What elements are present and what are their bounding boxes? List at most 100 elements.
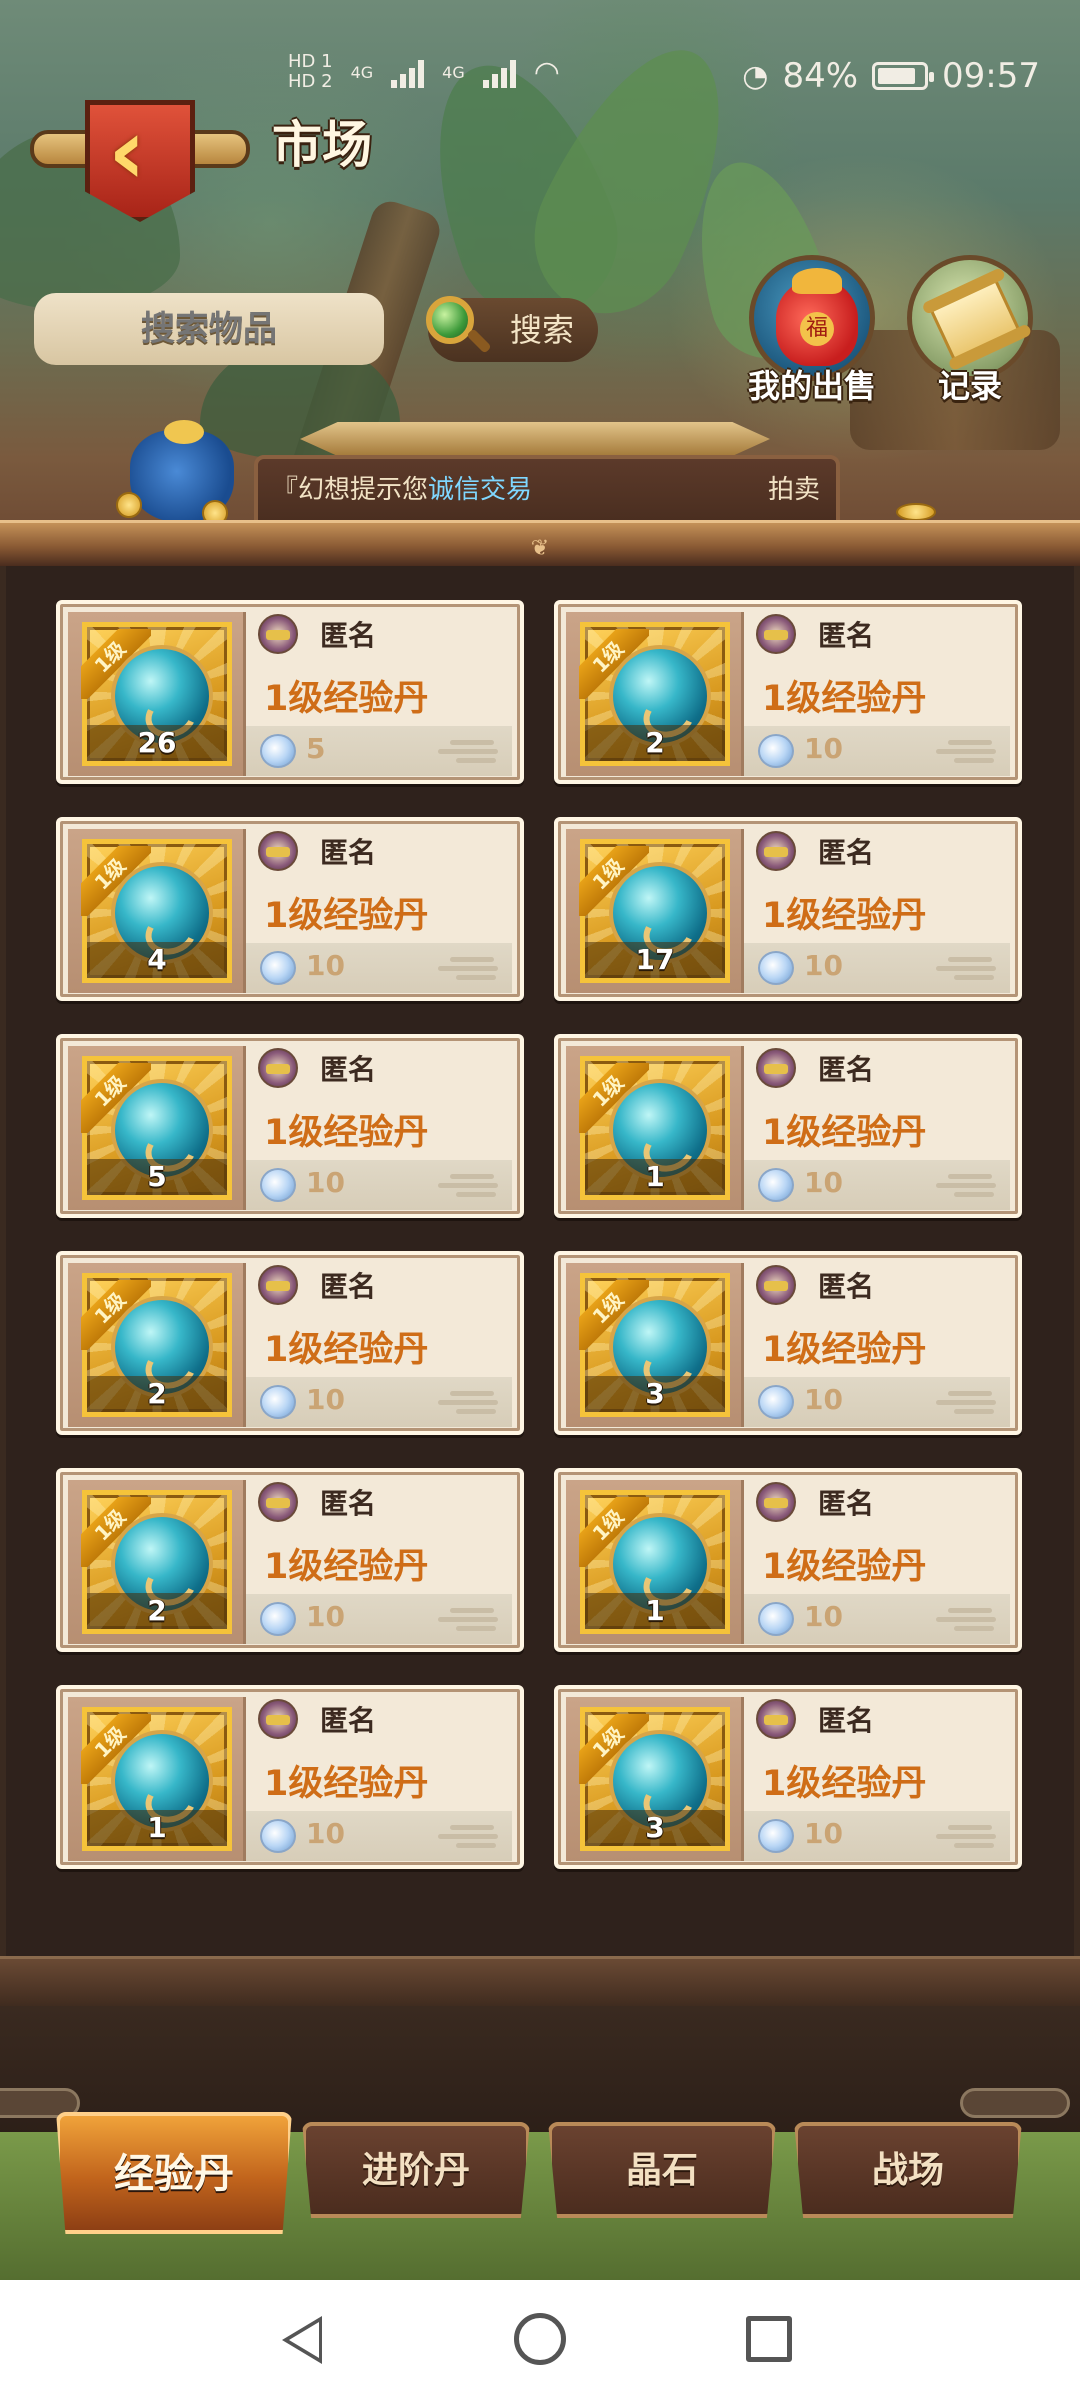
price-row: 10: [744, 1811, 1010, 1861]
nav-back-icon[interactable]: [282, 2316, 322, 2364]
item-icon-area: 1级 1: [566, 1480, 744, 1644]
price-row: 10: [744, 1160, 1010, 1210]
item-count: 3: [645, 1377, 665, 1410]
tab-exp-pill[interactable]: 经验丹: [56, 2112, 292, 2234]
seller-row: 匿名: [258, 1265, 376, 1305]
item-frame: 1级 2: [81, 1490, 232, 1634]
frame-ornament: ❦: [530, 536, 550, 561]
item-frame: 1级 3: [579, 1273, 730, 1417]
cloud-ornament-icon: [936, 1170, 996, 1200]
item-card[interactable]: 1级 3 匿名 1级经验丹 10: [554, 1685, 1022, 1869]
nav-home-icon[interactable]: [514, 2313, 566, 2365]
seller-avatar-icon: [756, 831, 796, 871]
seller-avatar-icon: [756, 614, 796, 654]
seller-name: 匿名: [320, 1487, 377, 1520]
diamond-currency-icon: [758, 734, 794, 768]
price-row: 10: [744, 1377, 1010, 1427]
item-card[interactable]: 1级 5 匿名 1级经验丹 10: [56, 1034, 524, 1218]
search-input[interactable]: [34, 293, 384, 365]
item-icon-area: 1级 2: [566, 612, 744, 776]
diamond-currency-icon: [758, 1819, 794, 1853]
records-button[interactable]: 记录: [905, 255, 1035, 407]
nav-recents-icon[interactable]: [746, 2316, 792, 2362]
seller-avatar-icon: [756, 1699, 796, 1739]
item-card[interactable]: 1级 2 匿名 1级经验丹 10: [554, 600, 1022, 784]
my-sales-label: 我的出售: [747, 367, 876, 405]
seller-name: 匿名: [818, 1053, 875, 1086]
item-price: 10: [306, 1383, 345, 1416]
item-icon-area: 1级 5: [68, 1046, 246, 1210]
item-count: 1: [147, 1811, 167, 1844]
item-frame: 1级 1: [579, 1056, 730, 1200]
diamond-currency-icon: [758, 951, 794, 985]
item-card[interactable]: 1级 3 匿名 1级经验丹 10: [554, 1251, 1022, 1435]
seller-row: 匿名: [756, 1699, 874, 1739]
tab-battlefield[interactable]: 战场: [794, 2122, 1022, 2218]
price-row: 10: [744, 726, 1010, 776]
coin-icon: [896, 503, 936, 521]
item-frame: 1级 5: [81, 1056, 232, 1200]
item-card[interactable]: 1级 17 匿名 1级经验丹 10: [554, 817, 1022, 1001]
item-icon-area: 1级 2: [68, 1480, 246, 1644]
diamond-currency-icon: [758, 1385, 794, 1419]
item-name: 1级经验丹: [762, 1547, 927, 1587]
item-count: 2: [147, 1377, 167, 1410]
records-label: 记录: [937, 367, 1002, 405]
seller-avatar-icon: [756, 1482, 796, 1522]
item-card[interactable]: 1级 1 匿名 1级经验丹 10: [56, 1685, 524, 1869]
my-sales-button[interactable]: 我的出售: [747, 255, 877, 407]
notice-highlight: 诚信交易: [428, 475, 533, 505]
item-frame: 1级 17: [579, 839, 730, 983]
item-icon-area: 1级 1: [566, 1046, 744, 1210]
item-price: 10: [306, 1600, 345, 1633]
item-card[interactable]: 1级 4 匿名 1级经验丹 10: [56, 817, 524, 1001]
item-count: 26: [137, 726, 177, 759]
item-price: 10: [804, 1166, 843, 1199]
item-count: 4: [147, 943, 167, 976]
cloud-ornament-icon: [936, 953, 996, 983]
cloud-ornament-icon: [936, 1604, 996, 1634]
cloud-ornament-icon: [936, 1387, 996, 1417]
price-row: 10: [246, 1811, 512, 1861]
seller-row: 匿名: [258, 831, 376, 871]
item-frame: 1级 4: [81, 839, 232, 983]
item-count: 3: [645, 1811, 665, 1844]
page-title: 市场: [272, 116, 372, 174]
item-name: 1级经验丹: [264, 1330, 429, 1370]
tab-advanced-pill[interactable]: 进阶丹: [302, 2122, 530, 2218]
network-type-1: 4G: [350, 62, 374, 82]
seller-row: 匿名: [258, 614, 376, 654]
search-button[interactable]: 搜索: [426, 296, 598, 362]
price-row: 5: [246, 726, 512, 776]
item-price: 10: [306, 1166, 345, 1199]
item-card[interactable]: 1级 1 匿名 1级经验丹 10: [554, 1034, 1022, 1218]
battery-icon: [872, 62, 935, 90]
seller-row: 匿名: [756, 614, 874, 654]
cloud-ornament-icon: [438, 1387, 498, 1417]
seller-row: 匿名: [258, 1048, 376, 1088]
item-name: 1级经验丹: [264, 1764, 429, 1804]
price-row: 10: [246, 1377, 512, 1427]
item-card[interactable]: 1级 26 匿名 1级经验丹 5: [56, 600, 524, 784]
panel-bottom-rail: [0, 1956, 1080, 2008]
item-icon-area: 1级 3: [566, 1263, 744, 1427]
lucky-bag-icon: [776, 268, 858, 366]
cloud-ornament-icon: [936, 1821, 996, 1851]
coin-icon: [116, 492, 142, 518]
item-card[interactable]: 1级 2 匿名 1级经验丹 10: [56, 1468, 524, 1652]
item-count: 1: [645, 1160, 665, 1193]
speed-icon: ◔: [742, 58, 769, 94]
seller-name: 匿名: [320, 1053, 377, 1086]
item-price: 10: [804, 1817, 843, 1850]
cloud-ornament-icon: [438, 1821, 498, 1851]
item-card[interactable]: 1级 2 匿名 1级经验丹 10: [56, 1251, 524, 1435]
tab-crystal[interactable]: 晶石: [548, 2122, 776, 2218]
item-name: 1级经验丹: [762, 1330, 927, 1370]
signal-icon: [391, 56, 425, 88]
system-nav-bar: [0, 2280, 1080, 2400]
item-frame: 1级 2: [579, 622, 730, 766]
back-button[interactable]: ‹: [30, 90, 250, 230]
seller-name: 匿名: [320, 619, 377, 652]
item-name: 1级经验丹: [762, 679, 927, 719]
item-card[interactable]: 1级 1 匿名 1级经验丹 10: [554, 1468, 1022, 1652]
